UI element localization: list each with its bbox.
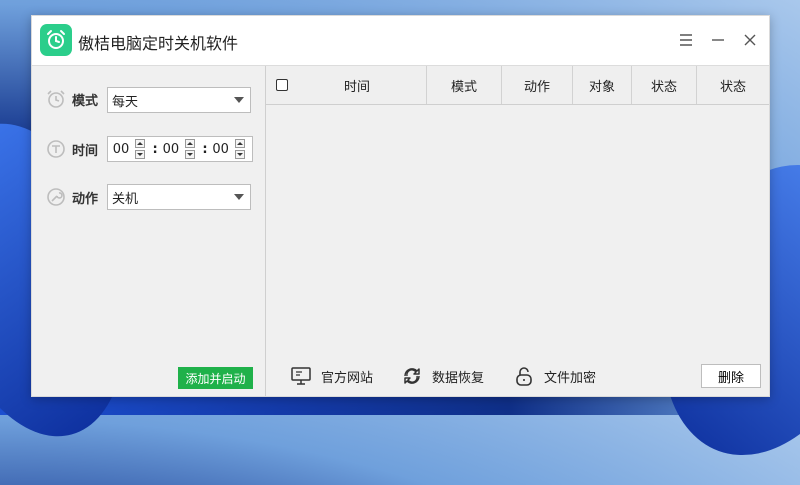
refresh-icon xyxy=(401,365,423,387)
minute-stepper[interactable]: 00 xyxy=(158,137,202,161)
column-header-target[interactable]: 对象 xyxy=(573,66,632,104)
delete-button[interactable]: 删除 xyxy=(701,364,761,388)
time-label: 时间 xyxy=(72,143,99,159)
second-stepper[interactable]: 00 xyxy=(208,137,252,161)
data-recovery-label: 数据恢复 xyxy=(432,370,485,386)
app-window: 傲桔电脑定时关机软件 模式 每天 时间 00: 00: 00 动作 关机 添… xyxy=(31,15,770,397)
bottom-toolbar: 官方网站 数据恢复 文件加密 删除 xyxy=(266,356,769,396)
file-encryption-label: 文件加密 xyxy=(544,370,597,386)
alarm-clock-logo-icon xyxy=(40,24,72,56)
official-website-label: 官方网站 xyxy=(321,370,374,386)
app-title: 傲桔电脑定时关机软件 xyxy=(78,34,239,53)
task-table-header: 时间 模式 动作 对象 状态 状态 xyxy=(266,66,769,105)
select-all-cell xyxy=(266,66,288,104)
hour-up-arrow-icon[interactable] xyxy=(135,139,145,148)
hour-value: 00 xyxy=(112,141,130,157)
action-select-value: 关机 xyxy=(112,191,139,207)
mode-select[interactable]: 每天 xyxy=(107,87,251,113)
timer-icon xyxy=(46,139,66,159)
second-value: 00 xyxy=(212,141,229,157)
second-down-arrow-icon[interactable] xyxy=(234,150,245,159)
settings-panel: 模式 每天 时间 00 : 00: 00 动作 关机 添加并启动 xyxy=(32,66,266,396)
column-header-time[interactable]: 时间 xyxy=(288,66,427,104)
wrench-icon xyxy=(46,187,66,207)
menu-icon[interactable] xyxy=(672,26,700,54)
hour-stepper[interactable]: 00 xyxy=(108,137,152,161)
minute-value: 00 xyxy=(162,141,180,157)
close-icon[interactable] xyxy=(736,26,764,54)
select-all-checkbox[interactable] xyxy=(276,79,288,91)
time-picker: 00 : 00 : 00 xyxy=(107,136,253,162)
hour-down-arrow-icon[interactable] xyxy=(135,150,145,159)
mode-select-value: 每天 xyxy=(112,94,139,110)
chevron-down-icon xyxy=(234,194,244,200)
minimize-icon[interactable] xyxy=(704,26,732,54)
title-bar: 傲桔电脑定时关机软件 xyxy=(32,16,769,66)
data-recovery-link[interactable]: 数据恢复 xyxy=(401,364,484,388)
column-header-status-2[interactable]: 状态 xyxy=(697,66,769,104)
action-select[interactable]: 关机 xyxy=(107,184,251,210)
column-header-action[interactable]: 动作 xyxy=(502,66,573,104)
mode-label: 模式 xyxy=(72,93,99,109)
task-list xyxy=(266,105,769,355)
second-up-arrow-icon[interactable] xyxy=(234,139,245,148)
official-website-link[interactable]: 官方网站 xyxy=(290,364,373,388)
column-header-status[interactable]: 状态 xyxy=(632,66,697,104)
file-encryption-link[interactable]: 文件加密 xyxy=(513,364,596,388)
add-and-start-button[interactable]: 添加并启动 xyxy=(178,367,253,389)
time-row: 时间 xyxy=(46,135,106,163)
minute-down-arrow-icon[interactable] xyxy=(184,150,195,159)
alarm-clock-icon xyxy=(46,89,66,109)
chevron-down-icon xyxy=(234,97,244,103)
mode-row: 模式 xyxy=(46,85,106,113)
action-label: 动作 xyxy=(72,191,99,207)
action-row: 动作 xyxy=(46,183,106,211)
lock-icon xyxy=(513,365,535,387)
minute-up-arrow-icon[interactable] xyxy=(184,139,195,148)
monitor-icon xyxy=(290,365,312,387)
column-header-mode[interactable]: 模式 xyxy=(427,66,502,104)
